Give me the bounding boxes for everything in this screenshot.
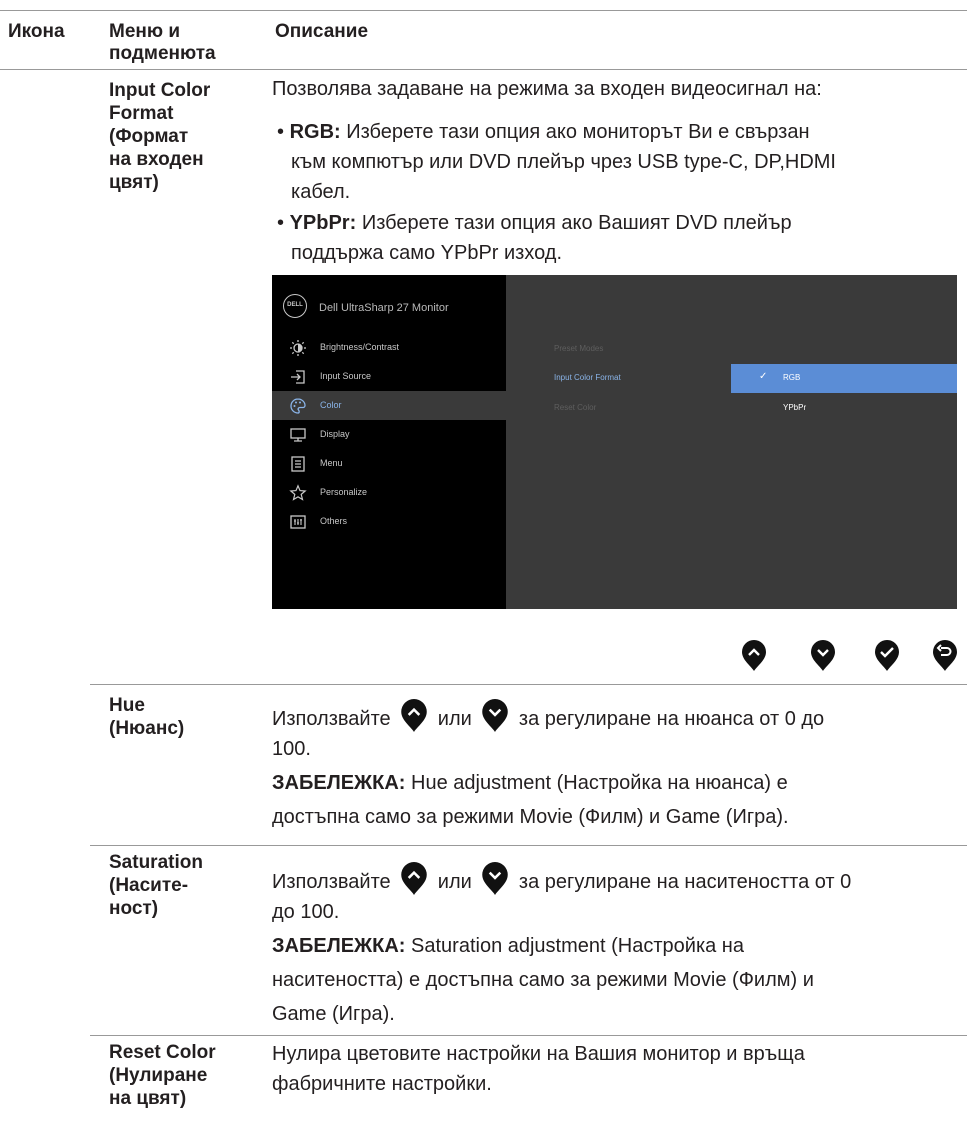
menu-line: Input Color [109,80,211,101]
osd-option-ypbpr[interactable]: YPbPr [783,403,806,412]
color-palette-icon [290,398,306,414]
hue-text-1: за регулиране на нюанса от 0 до [518,708,825,730]
menu-hue: Hue (Нюанс) [109,694,184,740]
osd-item-label: Input Source [320,371,372,381]
header-rule [0,69,967,70]
osd-item-menu[interactable]: Menu [272,449,506,478]
row-rule-2 [90,845,967,846]
reset-color-description: Нулира цветовите настройки на Вашия мони… [272,1039,957,1099]
menu-icon [291,456,305,472]
menu-reset-color: Reset Color (Нулиране на цвят) [109,1041,216,1110]
header-menu-line2: подменюта [109,43,216,64]
hue-note-label: ЗАБЕЛЕЖКА: [272,772,406,794]
up-button-icon [401,862,427,895]
hue-description: Използвайте или за регулиране на нюанса … [272,699,957,832]
hue-or: или [437,708,472,730]
osd-sub-reset-color[interactable]: Reset Color [554,403,596,412]
menu-line: ност) [109,898,159,919]
rgb-text-1: Изберете тази опция ако мониторът Ви е с… [346,121,810,143]
osd-sub-input-color-format[interactable]: Input Color Format [554,373,621,382]
header-menu-line1: Меню и [109,21,181,42]
star-icon [289,484,307,501]
menu-line: Format [109,103,174,124]
saturation-use: Използвайте [272,871,391,893]
rgb-bullet: • RGB: Изберете тази опция ако мониторът… [277,117,957,207]
others-icon [290,515,306,529]
back-button-icon[interactable] [932,640,958,672]
hue-text-2: 100. [272,738,311,760]
brightness-icon [290,340,306,356]
row-rule-1 [90,684,967,685]
top-rule [0,10,967,11]
menu-line: Saturation [109,852,203,873]
menu-line: на входен [109,149,204,170]
menu-line: (Нюанс) [109,718,185,739]
osd-item-input-source[interactable]: Input Source [272,362,506,391]
osd-item-personalize[interactable]: Personalize [272,478,506,507]
row-rule-3 [90,1035,967,1036]
saturation-note-1: Saturation adjustment (Настройка на [411,935,744,957]
reset-text-1: Нулира цветовите настройки на Вашия мони… [272,1043,805,1065]
osd-item-others[interactable]: Others [272,507,506,536]
menu-input-color-format: Input Color Format (Формат на входен цвя… [109,79,259,194]
down-button-icon [482,699,509,732]
osd-main-menu: DELL Dell UltraSharp 27 Monitor Brightne… [272,275,506,609]
osd-sub-preset-modes[interactable]: Preset Modes [554,344,603,353]
up-button-icon [401,699,427,732]
up-button-icon[interactable] [741,640,767,672]
osd-item-label: Personalize [320,487,368,497]
osd-option-rgb[interactable]: RGB [783,373,800,382]
menu-line: на цвят) [109,1088,187,1109]
ypbpr-bullet: • YPbPr: Изберете тази опция ако Вашият … [277,208,957,268]
saturation-note-3: Game (Игра). [272,1003,395,1025]
saturation-or: или [437,871,472,893]
saturation-note-label: ЗАБЕЛЕЖКА: [272,935,406,957]
osd-item-label: Display [320,429,350,439]
osd-item-label: Menu [320,458,343,468]
osd-item-display[interactable]: Display [272,420,506,449]
menu-line: Reset Color [109,1042,216,1063]
ypbpr-label: YPbPr: [289,212,357,234]
down-button-icon[interactable] [810,640,836,672]
down-button-icon [482,862,509,895]
osd-item-label: Others [320,516,348,526]
rgb-label: RGB: [289,121,341,143]
saturation-text-2: до 100. [272,901,340,923]
hue-use: Използвайте [272,708,391,730]
ypbpr-text-2: поддържа само YPbPr изход. [291,242,563,264]
osd-item-label: Brightness/Contrast [320,342,400,352]
ypbpr-text-1: Изберете тази опция ако Вашият DVD плейъ… [361,212,792,234]
osd-screenshot: DELL Dell UltraSharp 27 Monitor Brightne… [272,275,957,609]
saturation-description: Използвайте или за регулиране на наситен… [272,862,957,1029]
hue-note-1: Hue adjustment (Настройка на нюанса) е [411,772,788,794]
menu-saturation: Saturation (Насите- ност) [109,851,203,920]
input-source-icon [291,370,305,384]
saturation-text-1: за регулиране на наситеността от 0 [518,871,852,893]
check-icon: ✓ [759,371,768,382]
header-description: Описание [275,21,369,42]
ok-button-icon[interactable] [874,640,900,672]
hue-note-2: достъпна само за режими Movie (Филм) и G… [272,806,789,828]
menu-line: (Формат [109,126,189,147]
menu-line: (Нулиране [109,1065,208,1086]
rgb-text-2: към компютър или DVD плейър чрез USB typ… [291,151,836,173]
rgb-text-3: кабел. [291,181,351,203]
osd-item-label: Color [320,400,342,410]
input-color-intro: Позволява задаване на режима за входен в… [272,78,822,100]
menu-line: Hue [109,695,145,716]
osd-item-brightness[interactable]: Brightness/Contrast [272,333,506,362]
header-icon: Икона [8,21,65,42]
osd-item-color[interactable]: Color [272,391,506,420]
dell-logo: DELL [283,294,307,318]
reset-text-2: фабричните настройки. [272,1073,492,1095]
saturation-note-2: наситеността) е достъпна само за режими … [272,969,814,991]
display-icon [290,428,306,442]
osd-title: Dell UltraSharp 27 Monitor [319,302,449,314]
menu-line: (Насите- [109,875,189,896]
menu-line: цвят) [109,172,159,193]
